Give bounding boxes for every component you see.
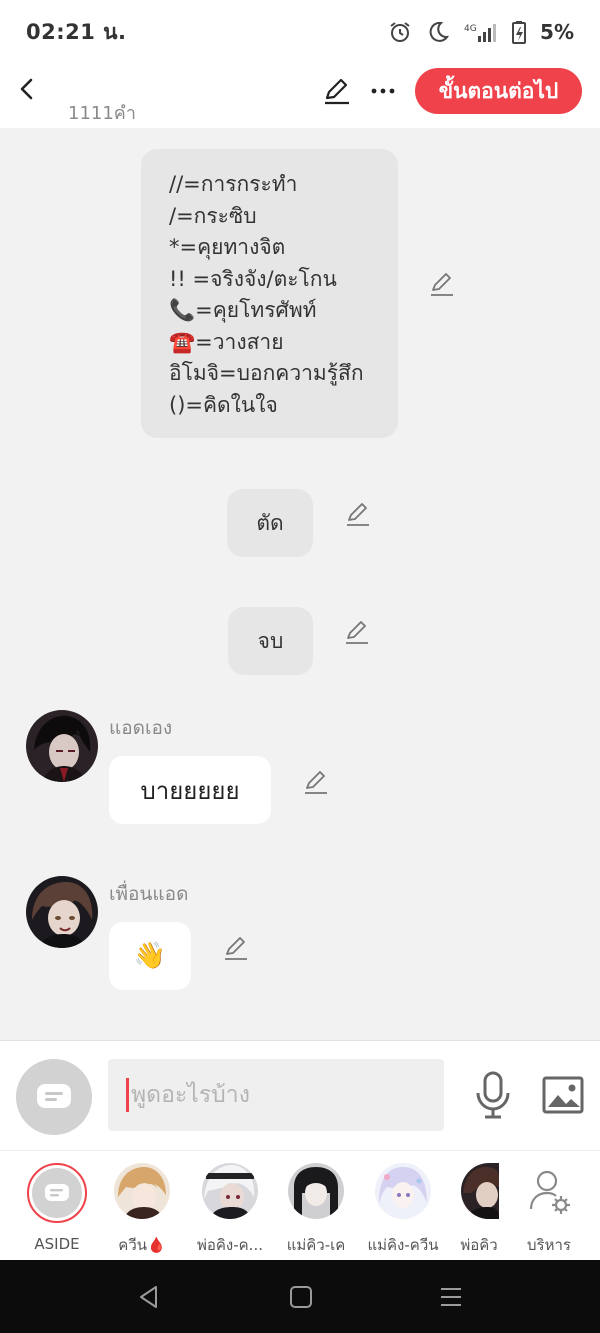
character-item[interactable]: แม่คิง-ควีน — [358, 1163, 448, 1257]
avatar-light-hair-icon — [114, 1163, 170, 1219]
status-time: 02:21 น. — [26, 19, 127, 44]
do-not-disturb-moon-icon — [426, 20, 450, 44]
avatar-dark-hair-male-icon — [26, 710, 98, 782]
character-message-bubble[interactable]: บายยยยย — [109, 756, 271, 824]
character-label: บริหาร — [527, 1236, 571, 1254]
aside-icon — [32, 1168, 82, 1218]
message-emoji: 👋 — [133, 941, 167, 971]
avatar-dark-hair-icon — [288, 1163, 344, 1219]
triangle-back-icon — [140, 1286, 157, 1308]
edit-button[interactable] — [322, 76, 352, 106]
character-message-bubble[interactable]: 👋 — [109, 922, 191, 990]
edit-message-button[interactable] — [428, 270, 456, 298]
edit-message-button[interactable] — [222, 934, 250, 962]
edit-message-button[interactable] — [344, 500, 372, 528]
narration-text: ตัด — [256, 510, 284, 535]
signal-4g-icon: 4G — [464, 20, 498, 44]
word-count: 1111คำ — [68, 103, 136, 124]
status-bar: 02:21 น. 4G 5% — [0, 0, 600, 64]
legend-line: //=การกระทำ — [169, 172, 298, 196]
menu-lines-icon — [441, 1288, 461, 1306]
character-item[interactable]: พ่อคิง-ค... — [185, 1163, 275, 1257]
avatar-white-hair-icon — [202, 1163, 258, 1219]
avatar-brown-hair-icon — [461, 1163, 499, 1219]
more-options-button[interactable] — [370, 76, 396, 106]
next-step-button[interactable]: ขั้นตอนต่อไป — [415, 68, 582, 114]
insert-image-button[interactable] — [542, 1075, 584, 1115]
legend-line: !! =จริงจัง/ตะโกน — [169, 266, 337, 291]
pencil-icon — [325, 78, 349, 105]
input-placeholder: พูดอะไรบ้าง — [131, 1082, 250, 1108]
more-dots-icon — [371, 88, 395, 94]
character-label: แม่คิง-ควีน — [367, 1236, 439, 1254]
back-button[interactable] — [16, 74, 38, 104]
network-label: 4G — [464, 24, 477, 34]
nav-back-button[interactable] — [136, 1284, 162, 1310]
chat-area: //=การกระทำ /=กระซิบ *=คุยทางจิต !! =จริ… — [0, 128, 600, 1040]
message-input-row: พูดอะไรบ้าง — [0, 1040, 600, 1150]
nav-menu-button[interactable] — [438, 1284, 464, 1310]
system-navigation-bar — [0, 1260, 600, 1333]
square-home-icon — [290, 1286, 312, 1308]
narration-text: จบ — [257, 628, 284, 653]
legend-line: ☎️=วางสาย — [169, 329, 284, 354]
pencil-icon — [225, 937, 247, 960]
chevron-left-icon — [20, 78, 33, 100]
avatar-brown-hair-female-icon — [26, 876, 98, 948]
character-item[interactable]: ควีน🩸 — [97, 1163, 187, 1257]
character-label: พ่อคิง-ค... — [196, 1236, 263, 1254]
edit-message-button[interactable] — [343, 618, 371, 646]
chat-bubble-icon — [37, 1084, 71, 1108]
battery-percent: 5% — [540, 20, 574, 44]
alarm-icon — [388, 20, 412, 44]
image-icon — [542, 1076, 584, 1114]
character-name: เพื่อนแอด — [109, 883, 189, 905]
aside-avatar-ring — [27, 1163, 87, 1223]
pencil-icon — [305, 771, 327, 794]
character-item[interactable]: แม่คิว-เค — [271, 1163, 361, 1257]
character-label: ควีน🩸 — [118, 1236, 166, 1254]
character-selector: ASIDE ควีน🩸 พ่อคิง-ค... แม่คิว-เค แม่คิง… — [0, 1150, 600, 1260]
microphone-icon — [476, 1071, 510, 1119]
character-name: แอดเอง — [109, 717, 173, 739]
message-text: บายยยยย — [140, 776, 240, 805]
manage-characters-button[interactable]: บริหาร — [504, 1163, 594, 1257]
character-avatar[interactable] — [26, 876, 98, 948]
text-caret — [126, 1078, 129, 1112]
editor-header: 1111คำ ขั้นตอนต่อไป — [0, 64, 600, 128]
pencil-icon — [347, 503, 369, 526]
manage-icon — [521, 1163, 577, 1219]
edit-message-button[interactable] — [302, 768, 330, 796]
character-item-aside[interactable]: ASIDE — [12, 1163, 102, 1253]
pencil-icon — [346, 621, 368, 644]
battery-icon — [512, 20, 527, 44]
narration-bubble[interactable]: ตัด — [227, 489, 313, 557]
character-label: แม่คิว-เค — [286, 1236, 346, 1254]
message-input[interactable]: พูดอะไรบ้าง — [108, 1059, 444, 1131]
character-label: ASIDE — [34, 1235, 80, 1253]
narration-legend: //=การกระทำ /=กระซิบ *=คุยทางจิต !! =จริ… — [141, 149, 398, 441]
character-avatar[interactable] — [26, 710, 98, 782]
nav-home-button[interactable] — [288, 1284, 314, 1310]
legend-line: *=คุยทางจิต — [169, 235, 286, 259]
narration-bubble[interactable]: //=การกระทำ /=กระซิบ *=คุยทางจิต !! =จริ… — [141, 149, 398, 438]
microphone-button[interactable] — [474, 1071, 512, 1119]
legend-line: 📞=คุยโทรศัพท์ — [169, 298, 317, 322]
legend-line: ()=คิดในใจ — [169, 392, 278, 417]
aside-toggle-button[interactable] — [16, 1059, 92, 1135]
pencil-icon — [431, 273, 453, 296]
legend-line: /=กระซิบ — [169, 203, 257, 228]
avatar-lavender-hair-icon — [375, 1163, 431, 1219]
narration-bubble[interactable]: จบ — [228, 607, 313, 675]
legend-line: อิโมจิ=บอกความรู้สึก — [169, 361, 364, 385]
status-icons: 4G 5% — [388, 20, 574, 44]
